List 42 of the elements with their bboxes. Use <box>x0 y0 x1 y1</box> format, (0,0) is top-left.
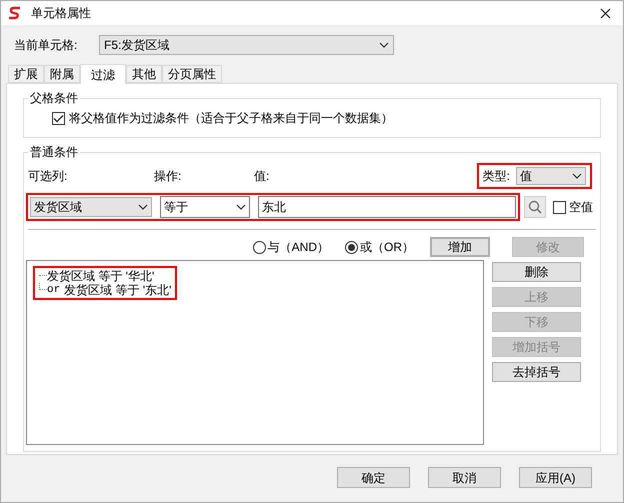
tab[interactable]: 过滤 <box>80 64 126 84</box>
chevron-down-icon <box>572 173 582 179</box>
dialog-button[interactable]: 确定 <box>337 467 410 488</box>
type-label: 类型: <box>482 168 510 185</box>
value-field[interactable]: 东北 <box>258 196 516 218</box>
side-button[interactable]: 删除 <box>492 262 581 282</box>
column-label: 可选列: <box>27 168 68 185</box>
operation-dropdown[interactable]: 等于 <box>160 196 250 218</box>
group-title: 父格条件 <box>28 91 80 105</box>
chevron-down-icon <box>236 204 246 210</box>
condition-item[interactable]: 发货区域 等于 '华北' <box>39 269 172 283</box>
group-title: 普通条件 <box>28 145 80 159</box>
column-dropdown[interactable]: 发货区域 <box>30 197 152 217</box>
value-label: 值: <box>254 168 270 185</box>
condition-item[interactable]: or 发货区域 等于 '东北' <box>39 283 172 297</box>
checkbox-label: 空值 <box>569 199 593 216</box>
checkbox-label: 将父格值作为过滤条件（适合于父子格来自于同一个数据集） <box>69 110 393 127</box>
radio-button[interactable] <box>252 240 266 254</box>
search-icon <box>528 200 542 214</box>
radio-label: 与（AND） <box>268 239 329 256</box>
current-cell-label: 当前单元格: <box>14 37 78 54</box>
dialog-button[interactable]: 取消 <box>428 467 501 488</box>
search-button[interactable] <box>524 196 546 218</box>
tab[interactable]: 扩展 <box>8 65 44 83</box>
current-cell-dropdown[interactable]: F5:发货区域 <box>99 35 394 55</box>
close-icon[interactable] <box>600 8 611 18</box>
checkbox[interactable] <box>553 200 566 214</box>
window-title: 单元格属性 <box>31 5 91 22</box>
tab[interactable]: 分页属性 <box>162 65 222 83</box>
type-dropdown[interactable]: 值 <box>516 167 586 185</box>
tab[interactable]: 附属 <box>44 65 80 83</box>
operation-label: 操作: <box>154 168 182 185</box>
checkbox[interactable] <box>52 112 65 124</box>
chevron-down-icon <box>138 204 148 210</box>
radio-label: 或（OR） <box>360 239 414 256</box>
tab[interactable]: 其他 <box>126 65 162 83</box>
dialog-button[interactable]: 应用(A) <box>519 467 592 488</box>
radio-button[interactable] <box>345 240 358 254</box>
side-button[interactable]: 去掉括号 <box>492 362 581 382</box>
add-button[interactable]: 增加 <box>430 237 490 257</box>
logo-icon <box>7 6 23 20</box>
chevron-down-icon <box>379 42 389 48</box>
